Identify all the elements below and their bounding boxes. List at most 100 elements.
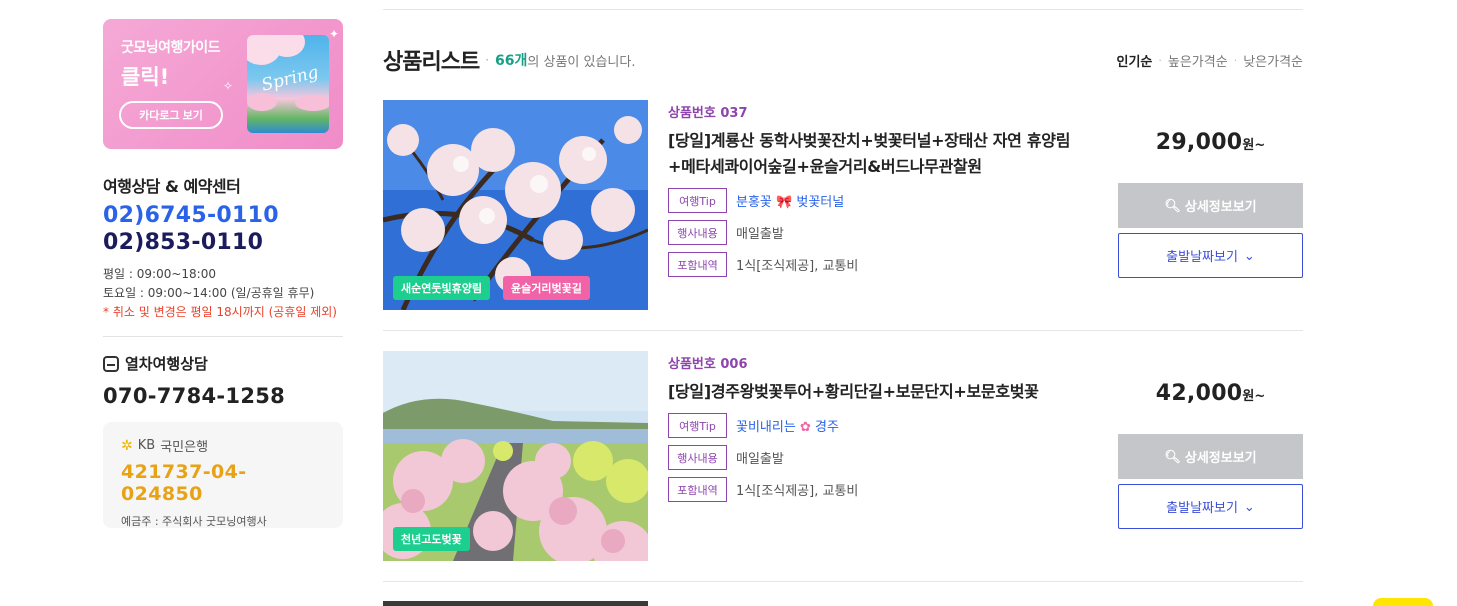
product-name[interactable]: [당일]경주왕벚꽃투어+황리단길+보문단지+보문호벚꽃 bbox=[668, 379, 1088, 405]
product-info: 상품번호 006 [당일]경주왕벚꽃투어+황리단길+보문단지+보문호벚꽃 여행T… bbox=[668, 353, 1088, 502]
detail-view-button[interactable]: 🔍︎ 상세정보보기 bbox=[1118, 183, 1303, 228]
product-badge: 천년고도벚꽃 bbox=[393, 527, 470, 551]
sort-options: 인기순 · 높은가격순 · 낮은가격순 bbox=[1116, 51, 1303, 70]
row-divider bbox=[383, 581, 1303, 582]
product-name-line: +메타세콰이어숲길+윤슬거리&버드나무관찰원 bbox=[668, 157, 982, 176]
included-row: 포함내역 1식[조식제공], 교통비 bbox=[668, 252, 1088, 277]
date-button-label: 출발날짜보기 bbox=[1166, 249, 1238, 264]
product-badge: 새순연둣빛휴양림 bbox=[393, 276, 490, 300]
included-tag: 포함내역 bbox=[668, 477, 727, 502]
page: 굿모닝여행가이드 클릭! 카다로그 보기 ✦ ✧ Spring 여행상담 & 예… bbox=[0, 0, 1457, 606]
separator-dot: · bbox=[1233, 53, 1238, 67]
detail-button-label: 상세정보보기 bbox=[1184, 450, 1257, 465]
product-name[interactable]: [당일]계룡산 동학사벚꽃잔치+벚꽃터널+장태산 자연 휴양림 +메타세콰이어숲… bbox=[668, 128, 1088, 180]
product-number: 상품번호 006 bbox=[668, 357, 748, 372]
product-info: 상품번호 037 [당일]계룡산 동학사벚꽃잔치+벚꽃터널+장태산 자연 휴양림… bbox=[668, 102, 1088, 277]
departure-date-button[interactable]: 출발날짜보기 ⌄ bbox=[1118, 233, 1303, 278]
product-item: 새순연둣빛휴양림 윤슬거리벚꽃길 상품번호 037 [당일]계룡산 동학사벚꽃잔… bbox=[383, 100, 1303, 330]
tip-text: 벚꽃터널 bbox=[796, 195, 845, 210]
tip-tag: 여행Tip bbox=[668, 413, 727, 438]
tip-text: 경주 bbox=[815, 420, 839, 435]
sort-price-low[interactable]: 낮은가격순 bbox=[1243, 51, 1303, 70]
spring-art-text: Spring bbox=[259, 62, 321, 96]
tip-text: 분홍꽃 bbox=[736, 195, 772, 210]
bank-name-row: ✲ KB 국민은행 bbox=[121, 436, 325, 456]
cancel-notice: * 취소 및 변경은 평일 18시까지 (공휴일 제외) bbox=[103, 305, 337, 319]
kb-logo-icon: ✲ bbox=[121, 437, 133, 454]
tip-value: 꽃비내리는 ✿ 경주 bbox=[736, 416, 839, 435]
sort-popular[interactable]: 인기순 bbox=[1116, 51, 1152, 70]
train-title-label: 열차여행상담 bbox=[125, 355, 208, 373]
row-divider bbox=[383, 330, 1303, 331]
product-price: 42,000원~ bbox=[1118, 381, 1303, 406]
detail-view-button[interactable]: 🔍︎ 상세정보보기 bbox=[1118, 434, 1303, 479]
cherry-blossom-icon: ✿ bbox=[799, 420, 811, 435]
product-item: 천년고도벚꽃 상품번호 006 [당일]경주왕벚꽃투어+황리단길+보문단지+보문… bbox=[383, 351, 1303, 581]
catalog-banner[interactable]: 굿모닝여행가이드 클릭! 카다로그 보기 ✦ ✧ Spring bbox=[103, 19, 343, 149]
schedule-tag: 행사내용 bbox=[668, 220, 727, 245]
bank-name: 국민은행 bbox=[160, 440, 209, 455]
schedule-row: 행사내용 매일출발 bbox=[668, 220, 1088, 245]
tip-row: 여행Tip 분홍꽃 🎀 벚꽃터널 bbox=[668, 188, 1088, 213]
product-count-suffix: 의 상품이 있습니다. bbox=[527, 54, 636, 70]
sort-price-high[interactable]: 높은가격순 bbox=[1168, 51, 1228, 70]
banner-title: 클릭! bbox=[121, 65, 170, 89]
detail-button-label: 상세정보보기 bbox=[1184, 199, 1257, 214]
price-amount: 29,000 bbox=[1155, 130, 1243, 155]
product-price: 29,000원~ bbox=[1118, 130, 1303, 155]
sidebar: 굿모닝여행가이드 클릭! 카다로그 보기 ✦ ✧ Spring 여행상담 & 예… bbox=[103, 19, 343, 528]
tip-tag: 여행Tip bbox=[668, 188, 727, 213]
product-badge: 윤슬거리벚꽃길 bbox=[503, 276, 590, 300]
product-thumbnail[interactable] bbox=[383, 601, 648, 606]
price-unit: 원~ bbox=[1242, 138, 1266, 153]
weekday-hours: 평일 : 09:00~18:00 bbox=[103, 267, 216, 281]
search-icon: 🔍︎ bbox=[1164, 448, 1181, 464]
catalog-view-button[interactable]: 카다로그 보기 bbox=[119, 101, 223, 129]
saturday-hours: 토요일 : 09:00~14:00 (일/공휴일 휴무) bbox=[103, 286, 315, 300]
chevron-down-icon: ⌄ bbox=[1243, 247, 1255, 263]
separator-dot: · bbox=[485, 53, 490, 67]
sparkle-icon: ✦ bbox=[329, 27, 340, 41]
price-amount: 42,000 bbox=[1155, 381, 1243, 406]
tip-text: 꽃비내리는 bbox=[736, 420, 796, 435]
included-tag: 포함내역 bbox=[668, 252, 727, 277]
departure-date-button[interactable]: 출발날짜보기 ⌄ bbox=[1118, 484, 1303, 529]
included-value: 1식[조식제공], 교통비 bbox=[736, 259, 859, 274]
banner-subtitle: 굿모닝여행가이드 bbox=[121, 40, 221, 56]
phone-primary[interactable]: 02)6745-0110 bbox=[103, 203, 343, 228]
product-thumbnail[interactable]: 새순연둣빛휴양림 윤슬거리벚꽃길 bbox=[383, 100, 648, 310]
bank-account-holder: 예금주 : 주식회사 굿모닝여행사 bbox=[121, 515, 267, 528]
date-button-label: 출발날짜보기 bbox=[1166, 500, 1238, 515]
contact-title: 여행상담 & 예약센터 bbox=[103, 177, 241, 196]
schedule-tag: 행사내용 bbox=[668, 445, 727, 470]
product-count: 66개 bbox=[495, 53, 528, 69]
bank-logo-text: KB bbox=[137, 438, 156, 453]
product-number: 상품번호 037 bbox=[668, 106, 748, 121]
phone-secondary[interactable]: 02)853-0110 bbox=[103, 230, 343, 255]
train-phone[interactable]: 070-7784-1258 bbox=[103, 384, 343, 408]
sidebar-divider bbox=[103, 336, 343, 337]
train-icon bbox=[103, 355, 119, 372]
separator-dot: · bbox=[1158, 53, 1162, 67]
train-consult-title: 열차여행상담 bbox=[103, 353, 343, 374]
search-icon: 🔍︎ bbox=[1164, 197, 1181, 213]
chat-button[interactable] bbox=[1373, 598, 1433, 606]
ribbon-icon: 🎀 bbox=[776, 195, 793, 210]
schedule-value: 매일출발 bbox=[736, 227, 784, 242]
chevron-down-icon: ⌄ bbox=[1243, 498, 1255, 514]
included-row: 포함내역 1식[조식제공], 교통비 bbox=[668, 477, 1088, 502]
included-value: 1식[조식제공], 교통비 bbox=[736, 484, 859, 499]
product-name-line: [당일]경주왕벚꽃투어+황리단길+보문단지+보문호벚꽃 bbox=[668, 382, 1039, 401]
bank-account-number: 421737-04-024850 bbox=[121, 461, 247, 505]
bank-info-box: ✲ KB 국민은행 421737-04-024850 예금주 : 주식회사 굿모… bbox=[103, 422, 343, 528]
product-thumbnail[interactable]: 천년고도벚꽃 bbox=[383, 351, 648, 561]
tip-value: 분홍꽃 🎀 벚꽃터널 bbox=[736, 191, 844, 210]
tip-row: 여행Tip 꽃비내리는 ✿ 경주 bbox=[668, 413, 1088, 438]
product-name-line: [당일]계룡산 동학사벚꽃잔치+벚꽃터널+장태산 자연 휴양림 bbox=[668, 131, 1071, 150]
sparkle-icon: ✧ bbox=[223, 79, 234, 93]
top-divider bbox=[383, 9, 1303, 10]
schedule-row: 행사내용 매일출발 bbox=[668, 445, 1088, 470]
list-header: 상품리스트 · 66개 의 상품이 있습니다. 인기순 · 높은가격순 · 낮은… bbox=[383, 44, 1303, 76]
spring-illustration: Spring bbox=[247, 35, 329, 133]
schedule-value: 매일출발 bbox=[736, 452, 784, 467]
